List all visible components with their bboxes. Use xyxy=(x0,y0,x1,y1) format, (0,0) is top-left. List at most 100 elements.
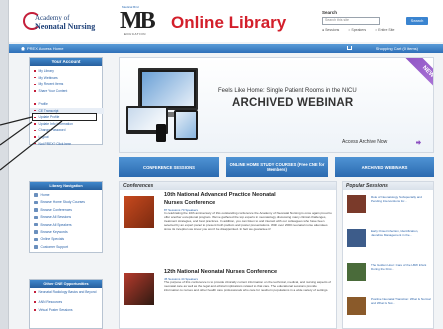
popular-session-item[interactable]: The Golden Hour: Care of the LBW Infant … xyxy=(347,263,433,289)
conference-thumbnail[interactable] xyxy=(124,273,154,305)
sidebar: Your Account My Library My Webinars My R… xyxy=(29,57,104,329)
cme-item-label: Virtual Poster Sessions xyxy=(38,308,73,312)
conference-item[interactable]: 12th National Neonatal Nurses Conference… xyxy=(120,268,338,328)
conference-title[interactable]: 10th National Advanced Practice Neonatal xyxy=(164,192,276,198)
search-scope-speakers[interactable]: ○ Speakers xyxy=(348,28,370,32)
nav-item-all-sessions[interactable]: Browse All Sessions xyxy=(34,214,102,221)
session-title[interactable]: Positive Neonatal Transition: What Is No… xyxy=(371,297,431,305)
account-list: My Library My Webinars My Recent Items S… xyxy=(30,66,104,148)
nav-item-label: Browse All Speakers xyxy=(40,222,72,227)
session-thumbnail[interactable] xyxy=(347,229,366,247)
tile-home-study[interactable]: ONLINE HOME STUDY COURSES (Free CNE for … xyxy=(226,157,328,177)
mb-logo[interactable]: Medical Bird MB EDUCATION xyxy=(118,5,158,38)
conferences-heading: Conferences xyxy=(120,182,336,190)
library-nav-panel: Library Navigation Home Browse Home Stud… xyxy=(29,181,103,253)
aann-logo[interactable]: Academy of Neonatal Nursing xyxy=(23,12,119,34)
bullet-icon xyxy=(34,70,36,72)
account-item-spacer xyxy=(34,94,102,101)
account-item-logout[interactable]: Logout xyxy=(34,134,102,141)
top-navbar: PREX Access Home Shopping Cart (0 items) xyxy=(9,44,443,53)
search-label: Search xyxy=(322,10,338,15)
search-scope-sessions[interactable]: ● Sessions xyxy=(322,28,343,32)
nav-item-label: Customer Support xyxy=(40,244,69,249)
nav-item-conferences[interactable]: Browse Conferences xyxy=(34,207,102,214)
session-title[interactable]: Role of Neonatology Subspecialty and Pen… xyxy=(371,195,431,203)
nav-item-label: Browse Home Study Courses xyxy=(40,200,85,205)
bullet-icon xyxy=(34,90,36,92)
session-thumbnail[interactable] xyxy=(347,297,366,315)
cme-item-label: Neonatal Radiology Basics and Beyond xyxy=(38,290,97,294)
account-item-recent-items[interactable]: My Recent Items xyxy=(34,81,102,88)
conference-title-line2[interactable]: Nurses Conference xyxy=(164,200,215,206)
arrow-right-icon[interactable] xyxy=(416,140,421,145)
popular-session-item[interactable]: Positive Neonatal Transition: What Is No… xyxy=(347,297,433,323)
search-scope-entire-site[interactable]: ○ Entire Site xyxy=(375,28,398,32)
bullet-icon xyxy=(34,103,36,105)
account-item-label: My Recent Items xyxy=(38,82,64,87)
search-scope-options: ● Sessions ○ Speakers ○ Entire Site xyxy=(322,28,402,32)
site-header: Academy of Neonatal Nursing Medical Bird… xyxy=(9,0,443,42)
new-ribbon: NEW xyxy=(402,58,433,98)
account-item-change-password[interactable]: Change Password xyxy=(34,127,102,134)
navbar-home-link[interactable]: PREX Access Home xyxy=(27,46,63,51)
tablet-screen xyxy=(176,112,196,138)
conference-description: The purpose of this conference is to pro… xyxy=(164,280,331,292)
star-icon xyxy=(34,237,38,242)
conference-thumbnail[interactable] xyxy=(124,196,154,228)
bullet-icon xyxy=(34,109,36,112)
bullet-icon xyxy=(34,301,36,303)
mb-letters: MB xyxy=(120,8,156,34)
tile-conference-sessions[interactable]: CONFERENCE SESSIONS xyxy=(119,157,219,177)
session-thumbnail[interactable] xyxy=(347,263,366,281)
search-input[interactable]: Search this site xyxy=(322,17,380,25)
session-title[interactable]: Early Onset Infection, Identification, J… xyxy=(371,229,431,237)
bullet-icon xyxy=(34,76,36,79)
popular-session-item[interactable]: Early Onset Infection, Identification, J… xyxy=(347,229,433,255)
cme-heading: Other CNE Opportunities xyxy=(30,280,102,288)
account-item-profile[interactable]: Profile xyxy=(34,101,102,108)
book-icon xyxy=(34,200,38,205)
account-item-label: Share Your Content xyxy=(38,88,68,93)
tile-archived-webinars[interactable]: ARCHIVED WEBINARS xyxy=(335,157,434,177)
webinar-banner[interactable]: Feels Like Home: Single Patient Rooms in… xyxy=(119,57,434,153)
popular-session-item[interactable]: Role of Neonatology Subspecialty and Pen… xyxy=(347,195,433,221)
navbar-cart-link[interactable]: Shopping Cart (0 items) xyxy=(376,46,418,51)
popular-sessions-heading: Popular Sessions xyxy=(343,182,433,190)
account-item-share-content[interactable]: Share Your Content xyxy=(34,88,102,95)
tablet-illustration xyxy=(174,110,198,140)
account-item-my-library[interactable]: My Library xyxy=(34,68,102,75)
library-nav-list: Home Browse Home Study Courses Browse Co… xyxy=(30,190,102,251)
account-item-my-webinars[interactable]: My Webinars xyxy=(34,75,102,82)
cme-item-resources[interactable]: ANN Resources xyxy=(34,300,102,308)
conference-description: In celebrating the 10th anniversary of t… xyxy=(164,211,332,231)
access-archive-link[interactable]: Access Archive Now xyxy=(342,139,387,145)
nav-item-keywords[interactable]: Browse Keywords xyxy=(34,229,102,236)
bullet-icon xyxy=(34,136,36,138)
search-button[interactable]: Search xyxy=(406,17,428,25)
nav-item-home[interactable]: Home xyxy=(34,192,102,199)
session-title[interactable]: The Golden Hour: Care of the LBW Infant … xyxy=(371,263,431,271)
search-scope-speakers-label: Speakers xyxy=(351,28,367,32)
banner-subtitle: Feels Like Home: Single Patient Rooms in… xyxy=(218,88,357,94)
conference-item[interactable]: 10th National Advanced Practice Neonatal… xyxy=(120,191,338,255)
cme-item-radiology[interactable]: Neonatal Radiology Basics and Beyond xyxy=(34,290,102,298)
account-item-update-info[interactable]: Update Info Information xyxy=(34,121,102,128)
account-item-not-you[interactable]: Not PREX? Click here xyxy=(34,141,102,148)
nav-item-all-speakers[interactable]: Browse All Speakers xyxy=(34,222,102,229)
nav-item-online-specials[interactable]: Online Specials xyxy=(34,236,102,243)
cme-item-posters[interactable]: Virtual Poster Sessions xyxy=(34,308,102,316)
nav-item-home-study[interactable]: Browse Home Study Courses xyxy=(34,199,102,206)
key-icon xyxy=(34,230,38,234)
nav-item-support[interactable]: Customer Support xyxy=(34,244,102,251)
monitor-illustration xyxy=(138,68,198,110)
search-scope-sessions-label: Sessions xyxy=(325,28,340,32)
person-icon xyxy=(34,222,38,227)
account-item-label: Not PREX? Click here xyxy=(38,141,71,146)
bullet-icon xyxy=(34,142,36,145)
bullet-icon xyxy=(34,291,36,293)
search-area: Search Search this site Search ● Session… xyxy=(322,10,442,38)
home-nav-icon xyxy=(34,193,38,197)
conference-title[interactable]: 12th National Neonatal Nurses Conference xyxy=(164,269,277,275)
cart-icon xyxy=(347,46,352,50)
session-thumbnail[interactable] xyxy=(347,195,366,213)
